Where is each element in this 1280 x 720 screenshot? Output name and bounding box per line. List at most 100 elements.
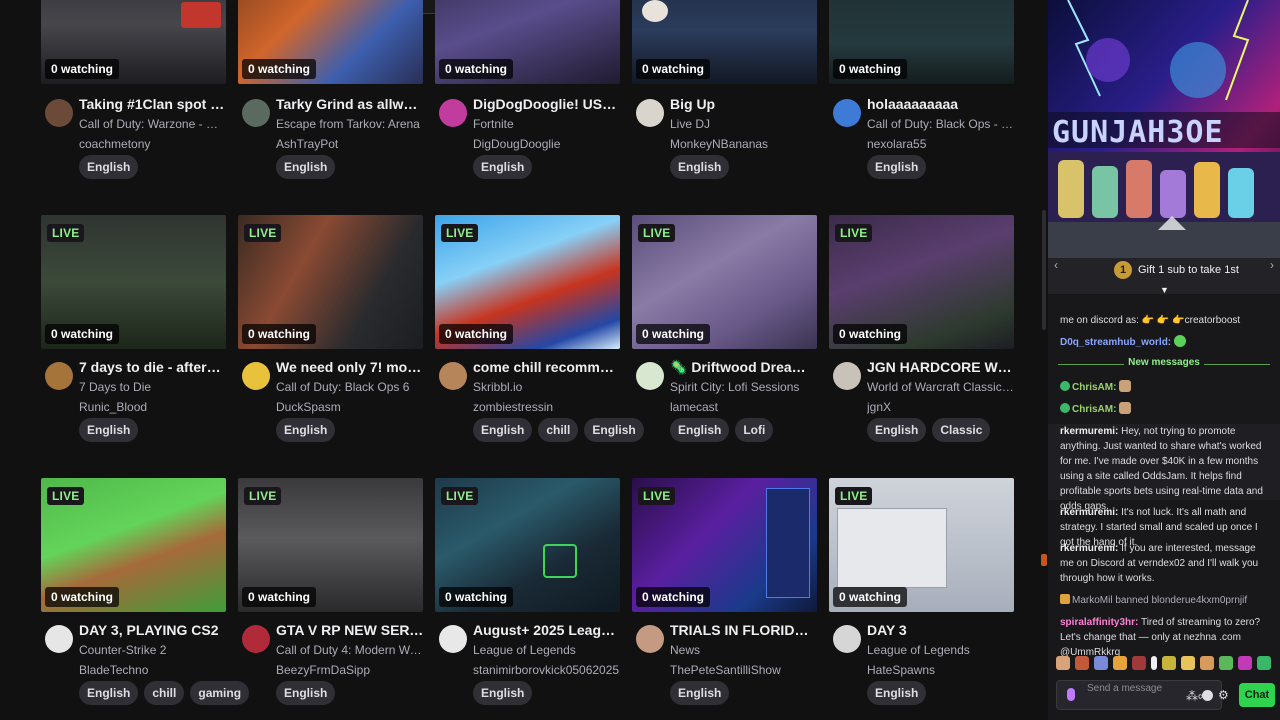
game-name[interactable]: News: [670, 643, 818, 657]
stream-thumbnail[interactable]: LIVE 0 watching: [435, 215, 620, 349]
game-name[interactable]: Escape from Tarkov: Arena: [276, 117, 424, 131]
tag-english[interactable]: English: [670, 681, 730, 705]
game-name[interactable]: Call of Duty: Black Ops 6: [276, 380, 424, 394]
game-name[interactable]: Skribbl.io: [473, 380, 621, 394]
streamer-avatar[interactable]: [439, 99, 467, 127]
chat-username[interactable]: ChrisAM:: [1072, 404, 1116, 415]
tag-english[interactable]: English: [473, 418, 533, 442]
emote-icon[interactable]: [1075, 656, 1089, 670]
stream-thumbnail[interactable]: LIVE 0 watching: [632, 215, 817, 349]
chat-username[interactable]: MarkoMil: [1072, 595, 1113, 606]
streamer-name[interactable]: DigDougDooglie: [473, 137, 621, 151]
streamer-name[interactable]: stanimirborovkick05062025: [473, 663, 621, 677]
emote-icon[interactable]: [1238, 656, 1252, 670]
game-name[interactable]: Fortnite: [473, 117, 621, 131]
streamer-name[interactable]: lamecast: [670, 400, 818, 414]
streamer-avatar[interactable]: [242, 362, 270, 390]
streamer-avatar[interactable]: [833, 362, 861, 390]
chat-username[interactable]: rkermuremi:: [1060, 543, 1118, 554]
streamer-name[interactable]: BeezyFrmDaSipp: [276, 663, 424, 677]
mic-icon[interactable]: [1067, 688, 1075, 701]
tag-classic[interactable]: Classic: [932, 418, 991, 442]
tag-english[interactable]: English: [276, 155, 336, 179]
stream-title[interactable]: Tarky Grind as allways: [276, 96, 424, 112]
streamer-avatar[interactable]: [636, 362, 664, 390]
stream-title[interactable]: 🦠 Driftwood Dreams 🌙: [670, 359, 818, 376]
streamer-name[interactable]: AshTrayPot: [276, 137, 424, 151]
game-name[interactable]: League of Legends: [473, 643, 621, 657]
streamer-avatar[interactable]: [833, 99, 861, 127]
emote-icon[interactable]: [1132, 656, 1146, 670]
stream-thumbnail[interactable]: 0 watching: [829, 0, 1014, 84]
game-name[interactable]: World of Warcraft Classic H...: [867, 380, 1015, 394]
chat-send-button[interactable]: Chat: [1239, 683, 1275, 707]
emote-icon[interactable]: [1200, 656, 1214, 670]
stream-title[interactable]: We need only 7! more ...: [276, 359, 424, 375]
tag-english[interactable]: English: [79, 681, 139, 705]
streamer-avatar[interactable]: [45, 362, 73, 390]
emote-icon[interactable]: [1181, 656, 1195, 670]
tag-english[interactable]: English: [670, 155, 730, 179]
game-name[interactable]: Live DJ: [670, 117, 818, 131]
game-name[interactable]: Call of Duty 4: Modern Warf...: [276, 643, 424, 657]
stream-thumbnail[interactable]: LIVE 0 watching: [238, 478, 423, 612]
stream-thumbnail[interactable]: LIVE 0 watching: [41, 478, 226, 612]
chat-username[interactable]: spiralaffinity3hr:: [1060, 617, 1138, 628]
game-name[interactable]: 7 Days to Die: [79, 380, 227, 394]
new-messages-label[interactable]: New messages: [1048, 357, 1280, 368]
streamer-name[interactable]: MonkeyNBananas: [670, 137, 818, 151]
streamer-avatar[interactable]: [636, 99, 664, 127]
tag-lofi[interactable]: Lofi: [735, 418, 774, 442]
stream-title[interactable]: holaaaaaaaaa: [867, 96, 1015, 112]
streamer-avatar[interactable]: [242, 625, 270, 653]
stream-title[interactable]: JGN HARDCORE WOW...: [867, 359, 1015, 375]
tag-english[interactable]: English: [867, 418, 927, 442]
stream-title[interactable]: DAY 3, PLAYING CS2: [79, 622, 227, 638]
stream-thumbnail[interactable]: 0 watching: [632, 0, 817, 84]
chat-username[interactable]: D0q_streamhub_world:: [1060, 337, 1171, 348]
stream-title[interactable]: TRIALS IN FLORIDA? M...: [670, 622, 818, 638]
chat-username[interactable]: ChrisAM:: [1072, 382, 1116, 393]
gear-icon[interactable]: ⚙: [1218, 688, 1229, 702]
stream-title[interactable]: come chill recommend...: [473, 359, 621, 375]
tag-english[interactable]: English: [473, 155, 533, 179]
tag-english[interactable]: English: [670, 418, 730, 442]
stream-title[interactable]: Big Up: [670, 96, 818, 112]
streamer-avatar[interactable]: [636, 625, 664, 653]
stream-thumbnail[interactable]: LIVE 0 watching: [829, 478, 1014, 612]
stream-thumbnail[interactable]: LIVE 0 watching: [41, 215, 226, 349]
tag-chill[interactable]: chill: [538, 418, 579, 442]
streamer-name[interactable]: ThePeteSantilliShow: [670, 663, 818, 677]
stream-title[interactable]: Taking #1Clan spot in ...: [79, 96, 227, 112]
gift-sub-text[interactable]: Gift 1 sub to take 1st: [1138, 264, 1239, 276]
streamer-name[interactable]: DuckSpasm: [276, 400, 424, 414]
stream-title[interactable]: DigDogDooglie! USE C...: [473, 96, 621, 112]
chevron-left-icon[interactable]: ‹: [1054, 258, 1058, 272]
tag-english[interactable]: English: [276, 681, 336, 705]
streamer-name[interactable]: coachmetony: [79, 137, 227, 151]
scroll-thumb[interactable]: [1042, 210, 1046, 330]
tag-gaming[interactable]: gaming: [190, 681, 250, 705]
tag-english[interactable]: English: [276, 418, 336, 442]
streamer-name[interactable]: jgnX: [867, 400, 1015, 414]
streamer-avatar[interactable]: [45, 625, 73, 653]
stream-thumbnail[interactable]: 0 watching: [435, 0, 620, 84]
stream-title[interactable]: 7 days to die - afterma...: [79, 359, 227, 375]
streamer-avatar[interactable]: [439, 625, 467, 653]
chevron-right-icon[interactable]: ›: [1270, 258, 1274, 272]
emote-icon[interactable]: [1056, 656, 1070, 670]
streamer-name[interactable]: Runic_Blood: [79, 400, 227, 414]
gift-sub-bar[interactable]: ‹ 1 Gift 1 sub to take 1st › ▼: [1048, 258, 1280, 295]
emote-icon[interactable]: [1113, 656, 1127, 670]
chat-input-placeholder[interactable]: Send a message: [1087, 683, 1167, 695]
stream-thumbnail[interactable]: 0 watching: [238, 0, 423, 84]
tag-english[interactable]: English: [584, 418, 644, 442]
streamer-name[interactable]: BladeTechno: [79, 663, 227, 677]
stream-title[interactable]: DAY 3: [867, 622, 1015, 638]
tag-english[interactable]: English: [79, 418, 139, 442]
streamer-avatar[interactable]: [45, 99, 73, 127]
chat-username[interactable]: rkermuremi:: [1060, 426, 1118, 437]
emote-icon[interactable]: [1162, 656, 1176, 670]
stream-thumbnail[interactable]: LIVE 0 watching: [238, 215, 423, 349]
streamer-name[interactable]: zombiestressin: [473, 400, 621, 414]
